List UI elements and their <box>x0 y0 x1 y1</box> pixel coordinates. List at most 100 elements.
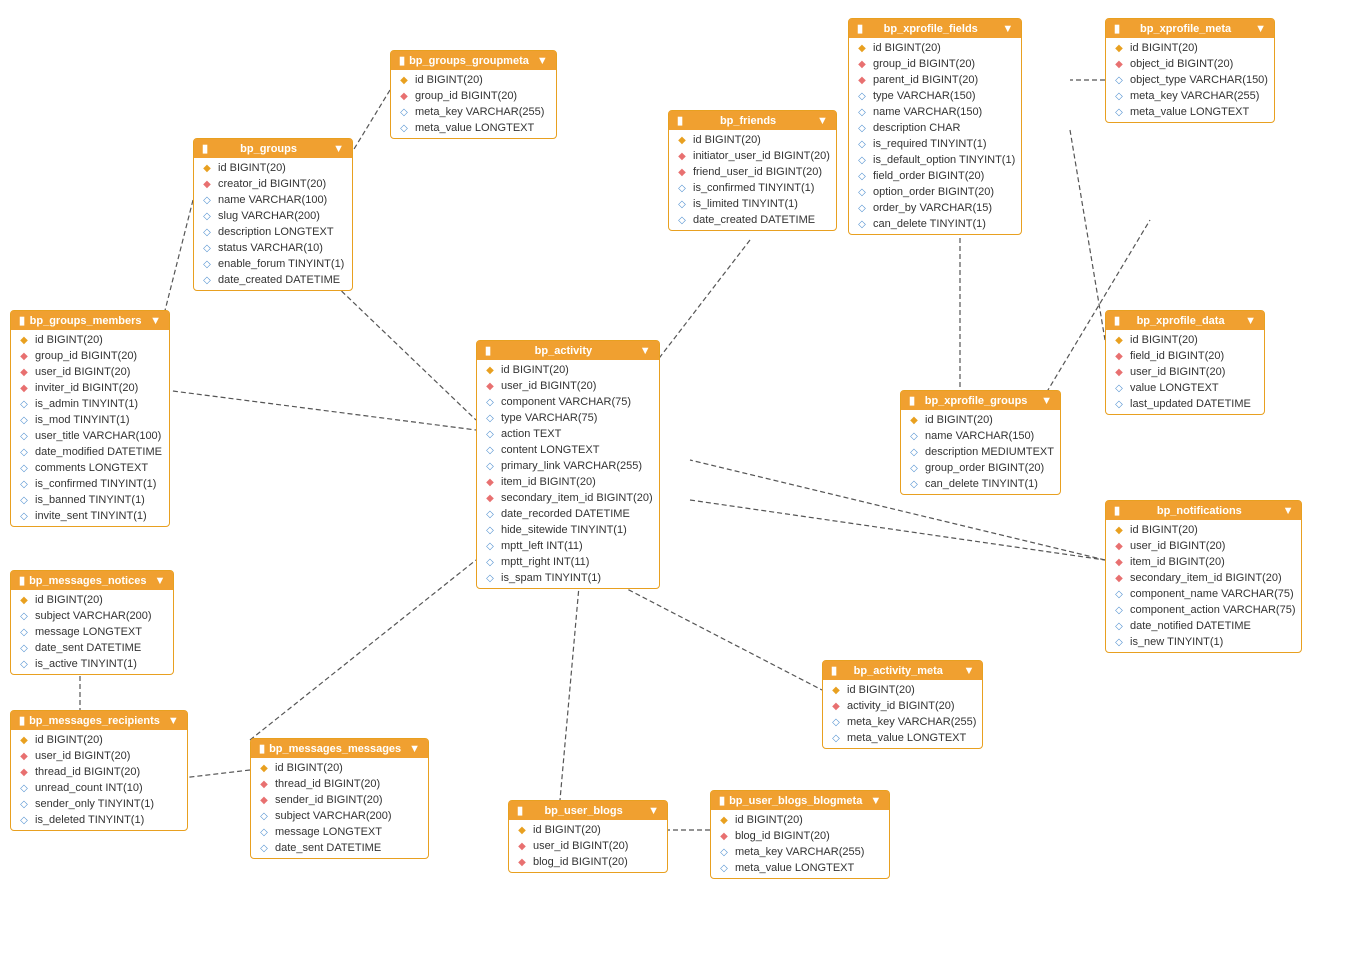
table-row: ◆id BIGINT(20) <box>11 592 173 608</box>
dropdown-arrow[interactable]: ▼ <box>154 575 165 587</box>
table-row: ◇meta_key VARCHAR(255) <box>711 844 889 860</box>
field-text: type VARCHAR(75) <box>501 412 597 424</box>
dropdown-arrow[interactable]: ▼ <box>537 55 548 67</box>
table-header-bp_friends[interactable]: ▮bp_friends▼ <box>669 111 836 130</box>
table-header-bp_notifications[interactable]: ▮bp_notifications▼ <box>1106 501 1301 520</box>
field-text: primary_link VARCHAR(255) <box>501 460 642 472</box>
field-icon: ◇ <box>717 861 731 875</box>
field-icon: ◇ <box>675 197 689 211</box>
table-row: ◆user_id BIGINT(20) <box>1106 538 1301 554</box>
table-header-bp_activity[interactable]: ▮bp_activity▼ <box>477 341 659 360</box>
table-header-bp_user_blogs[interactable]: ▮bp_user_blogs▼ <box>509 801 667 820</box>
table-row: ◇type VARCHAR(75) <box>477 410 659 426</box>
table-header-bp_xprofile_meta[interactable]: ▮bp_xprofile_meta▼ <box>1106 19 1274 38</box>
field-text: thread_id BIGINT(20) <box>275 778 380 790</box>
dropdown-arrow[interactable]: ▼ <box>333 143 344 155</box>
field-icon: ◇ <box>17 813 31 827</box>
field-icon: ◇ <box>17 609 31 623</box>
table-name: bp_xprofile_groups <box>925 395 1028 407</box>
field-icon: ◇ <box>257 841 271 855</box>
field-text: option_order BIGINT(20) <box>873 186 994 198</box>
field-text: group_id BIGINT(20) <box>873 58 975 70</box>
table-row: ◆blog_id BIGINT(20) <box>509 854 667 870</box>
dropdown-arrow[interactable]: ▼ <box>1283 505 1294 517</box>
table-header-bp_groups[interactable]: ▮bp_groups▼ <box>194 139 352 158</box>
field-text: id BIGINT(20) <box>275 762 343 774</box>
table-body-bp_notifications: ◆id BIGINT(20)◆user_id BIGINT(20)◆item_i… <box>1106 520 1301 652</box>
table-row: ◇object_type VARCHAR(150) <box>1106 72 1274 88</box>
dropdown-arrow[interactable]: ▼ <box>1002 23 1013 35</box>
table-row: ◇option_order BIGINT(20) <box>849 184 1021 200</box>
field-text: id BIGINT(20) <box>1130 334 1198 346</box>
table-row: ◇mptt_left INT(11) <box>477 538 659 554</box>
table-header-bp_groups_members[interactable]: ▮bp_groups_members▼ <box>11 311 169 330</box>
table-bp_notifications: ▮bp_notifications▼◆id BIGINT(20)◆user_id… <box>1105 500 1302 653</box>
table-row: ◇meta_key VARCHAR(255) <box>1106 88 1274 104</box>
field-text: field_order BIGINT(20) <box>873 170 984 182</box>
dropdown-arrow[interactable]: ▼ <box>964 665 975 677</box>
field-text: id BIGINT(20) <box>35 734 103 746</box>
field-text: user_id BIGINT(20) <box>35 366 130 378</box>
field-icon: ◇ <box>200 257 214 271</box>
table-bp_messages_messages: ▮bp_messages_messages▼◆id BIGINT(20)◆thr… <box>250 738 429 859</box>
table-header-bp_messages_recipients[interactable]: ▮bp_messages_recipients▼ <box>11 711 187 730</box>
fk-icon: ◆ <box>1112 57 1126 71</box>
field-text: unread_count INT(10) <box>35 782 143 794</box>
fk-icon: ◆ <box>515 839 529 853</box>
dropdown-arrow[interactable]: ▼ <box>870 795 881 807</box>
field-text: mptt_right INT(11) <box>501 556 589 568</box>
field-text: is_confirmed TINYINT(1) <box>35 478 156 490</box>
table-row: ◇component VARCHAR(75) <box>477 394 659 410</box>
table-row: ◆group_id BIGINT(20) <box>391 88 556 104</box>
field-text: friend_user_id BIGINT(20) <box>693 166 822 178</box>
dropdown-arrow[interactable]: ▼ <box>1255 23 1266 35</box>
table-header-bp_messages_messages[interactable]: ▮bp_messages_messages▼ <box>251 739 428 758</box>
table-row: ◇content LONGTEXT <box>477 442 659 458</box>
table-header-bp_messages_notices[interactable]: ▮bp_messages_notices▼ <box>11 571 173 590</box>
dropdown-arrow[interactable]: ▼ <box>1245 315 1256 327</box>
fk-icon: ◆ <box>200 177 214 191</box>
field-text: meta_value LONGTEXT <box>415 122 534 134</box>
table-row: ◆thread_id BIGINT(20) <box>251 776 428 792</box>
table-body-bp_activity_meta: ◆id BIGINT(20)◆activity_id BIGINT(20)◇me… <box>823 680 982 748</box>
table-row: ◇description MEDIUMTEXT <box>901 444 1060 460</box>
field-text: user_title VARCHAR(100) <box>35 430 161 442</box>
field-text: date_modified DATETIME <box>35 446 162 458</box>
table-row: ◇description LONGTEXT <box>194 224 352 240</box>
table-header-bp_user_blogs_blogmeta[interactable]: ▮bp_user_blogs_blogmeta▼ <box>711 791 889 810</box>
field-icon: ◇ <box>17 445 31 459</box>
field-text: id BIGINT(20) <box>35 334 103 346</box>
dropdown-arrow[interactable]: ▼ <box>648 805 659 817</box>
field-text: hide_sitewide TINYINT(1) <box>501 524 627 536</box>
table-header-bp_activity_meta[interactable]: ▮bp_activity_meta▼ <box>823 661 982 680</box>
dropdown-arrow[interactable]: ▼ <box>168 715 179 727</box>
table-bp_activity_meta: ▮bp_activity_meta▼◆id BIGINT(20)◆activit… <box>822 660 983 749</box>
table-icon: ▮ <box>831 664 837 677</box>
table-header-bp_xprofile_fields[interactable]: ▮bp_xprofile_fields▼ <box>849 19 1021 38</box>
dropdown-arrow[interactable]: ▼ <box>1041 395 1052 407</box>
table-body-bp_groups_members: ◆id BIGINT(20)◆group_id BIGINT(20)◆user_… <box>11 330 169 526</box>
field-text: meta_value LONGTEXT <box>735 862 854 874</box>
field-icon: ◇ <box>1112 603 1126 617</box>
field-text: meta_key VARCHAR(255) <box>735 846 864 858</box>
table-row: ◇comments LONGTEXT <box>11 460 169 476</box>
table-row: ◇meta_value LONGTEXT <box>823 730 982 746</box>
table-body-bp_friends: ◆id BIGINT(20)◆initiator_user_id BIGINT(… <box>669 130 836 230</box>
field-icon: ◇ <box>17 493 31 507</box>
dropdown-arrow[interactable]: ▼ <box>817 115 828 127</box>
field-text: subject VARCHAR(200) <box>35 610 152 622</box>
table-header-bp_xprofile_data[interactable]: ▮bp_xprofile_data▼ <box>1106 311 1264 330</box>
field-text: slug VARCHAR(200) <box>218 210 320 222</box>
table-bp_groups_groupmeta: ▮bp_groups_groupmeta▼◆id BIGINT(20)◆grou… <box>390 50 557 139</box>
table-row: ◆id BIGINT(20) <box>509 822 667 838</box>
table-row: ◆field_id BIGINT(20) <box>1106 348 1264 364</box>
dropdown-arrow[interactable]: ▼ <box>409 743 420 755</box>
table-header-bp_groups_groupmeta[interactable]: ▮bp_groups_groupmeta▼ <box>391 51 556 70</box>
fk-icon: ◆ <box>1112 365 1126 379</box>
field-text: component_name VARCHAR(75) <box>1130 588 1294 600</box>
dropdown-arrow[interactable]: ▼ <box>640 345 651 357</box>
field-text: id BIGINT(20) <box>847 684 915 696</box>
dropdown-arrow[interactable]: ▼ <box>150 315 161 327</box>
table-header-bp_xprofile_groups[interactable]: ▮bp_xprofile_groups▼ <box>901 391 1060 410</box>
field-text: object_type VARCHAR(150) <box>1130 74 1268 86</box>
